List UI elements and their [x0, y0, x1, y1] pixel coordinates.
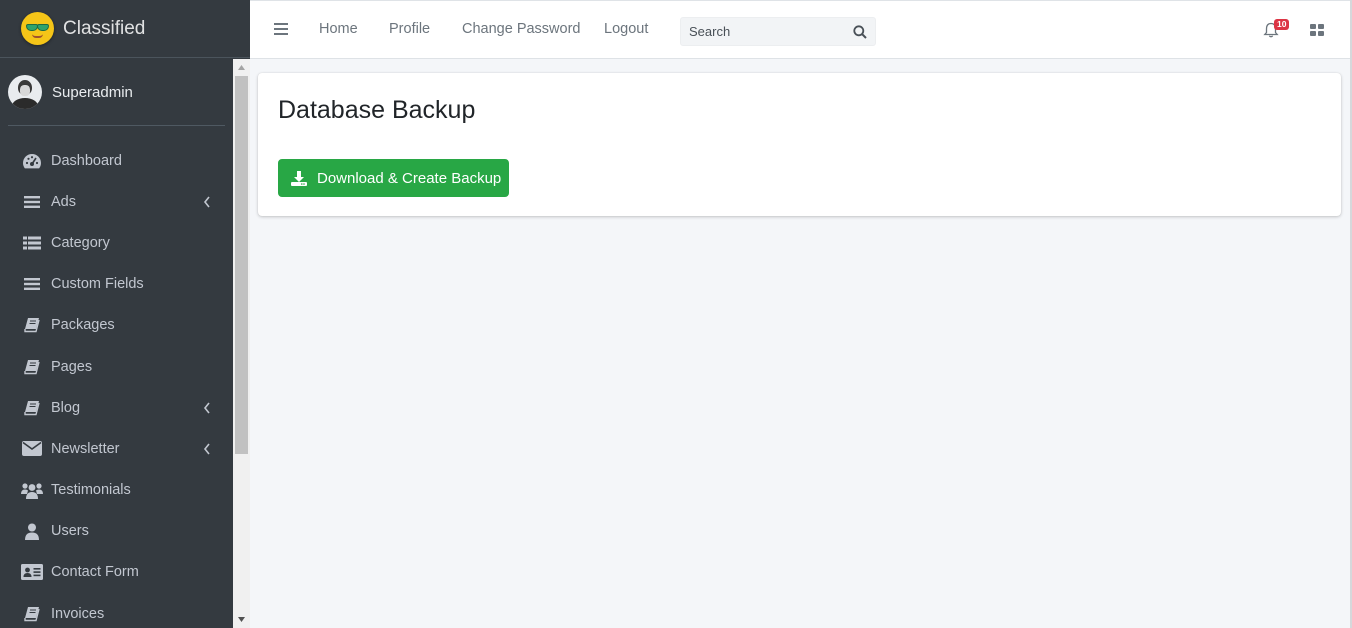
sidebar-item-invoices[interactable]: Invoices	[0, 593, 233, 628]
brand-name: Classified	[63, 17, 146, 39]
sidebar-item-label: Testimonials	[51, 482, 131, 499]
user-panel[interactable]: Superadmin	[8, 59, 225, 126]
nav-link-profile[interactable]: Profile	[389, 21, 430, 37]
sidebar-item-dashboard[interactable]: Dashboard	[0, 140, 233, 181]
sidebar-item-label: Newsletter	[51, 440, 120, 457]
envelope-icon	[21, 440, 43, 458]
notification-badge: 10	[1274, 19, 1290, 30]
user-icon	[21, 522, 43, 540]
bars-icon	[21, 193, 43, 211]
backup-button-label: Download & Create Backup	[317, 169, 502, 187]
id-card-icon	[21, 563, 43, 581]
book-icon	[21, 358, 43, 376]
sidebar-item-label: Packages	[51, 317, 115, 334]
backup-card: Database Backup Download & Create Backup	[258, 73, 1341, 216]
search-input[interactable]	[681, 18, 841, 45]
bars-icon	[21, 275, 43, 293]
list-icon	[21, 234, 43, 252]
sidebar-item-custom-fields[interactable]: Custom Fields	[0, 264, 233, 305]
page-title: Database Backup	[278, 96, 476, 124]
search-box	[680, 17, 876, 46]
sidebar-item-blog[interactable]: Blog	[0, 387, 233, 428]
avatar	[8, 75, 42, 109]
scrollbar-thumb[interactable]	[235, 76, 248, 454]
chevron-left-icon	[203, 443, 210, 455]
sidebar-scroll-area: Superadmin Dashboard Ads Category Custom…	[0, 59, 233, 628]
nav-link-change-password[interactable]: Change Password	[462, 21, 581, 37]
sidebar-item-label: Category	[51, 234, 110, 251]
sidebar-item-packages[interactable]: Packages	[0, 305, 233, 346]
sidebar-item-label: Contact Form	[51, 564, 139, 581]
scroll-up-arrow-icon[interactable]	[233, 59, 250, 76]
nav-link-home[interactable]: Home	[319, 21, 358, 37]
top-navbar: Home Profile Change Password Logout 10	[250, 0, 1352, 59]
sidebar-item-users[interactable]: Users	[0, 511, 233, 552]
sidebar-item-testimonials[interactable]: Testimonials	[0, 470, 233, 511]
sidebar-item-label: Invoices	[51, 605, 105, 622]
nav-link-logout[interactable]: Logout	[604, 21, 648, 37]
sidebar-scrollbar[interactable]	[233, 59, 250, 628]
book-icon	[21, 605, 43, 623]
sidebar-item-label: Blog	[51, 399, 81, 416]
sidebar-item-label: Custom Fields	[51, 276, 144, 293]
sidebar-nav: Dashboard Ads Category Custom Fields Pac…	[0, 126, 233, 628]
users-icon	[21, 481, 43, 499]
chevron-left-icon	[203, 402, 210, 414]
scroll-down-arrow-icon[interactable]	[233, 611, 250, 628]
download-icon	[291, 170, 307, 186]
sidebar-item-label: Users	[51, 523, 89, 540]
sidebar-item-ads[interactable]: Ads	[0, 181, 233, 222]
book-icon	[21, 399, 43, 417]
brand-link[interactable]: Classified	[0, 0, 250, 58]
download-create-backup-button[interactable]: Download & Create Backup	[278, 159, 509, 197]
grid-apps-icon[interactable]	[1310, 24, 1324, 36]
sidebar-item-contact-form[interactable]: Contact Form	[0, 552, 233, 593]
brand-logo	[21, 12, 54, 45]
chevron-left-icon	[203, 196, 210, 208]
sidebar-item-pages[interactable]: Pages	[0, 346, 233, 387]
sidebar-item-label: Dashboard	[51, 152, 122, 169]
tachometer-icon	[21, 152, 43, 170]
sidebar-item-label: Pages	[51, 358, 93, 375]
sidebar-item-newsletter[interactable]: Newsletter	[0, 428, 233, 469]
sidebar-item-label: Ads	[51, 193, 76, 210]
sidebar: Classified Superadmin Dashboard Ads Cate…	[0, 0, 250, 628]
sidebar-item-category[interactable]: Category	[0, 222, 233, 263]
search-icon[interactable]	[853, 25, 867, 39]
book-icon	[21, 316, 43, 334]
hamburger-menu-icon[interactable]	[274, 23, 288, 35]
user-name: Superadmin	[52, 83, 133, 101]
